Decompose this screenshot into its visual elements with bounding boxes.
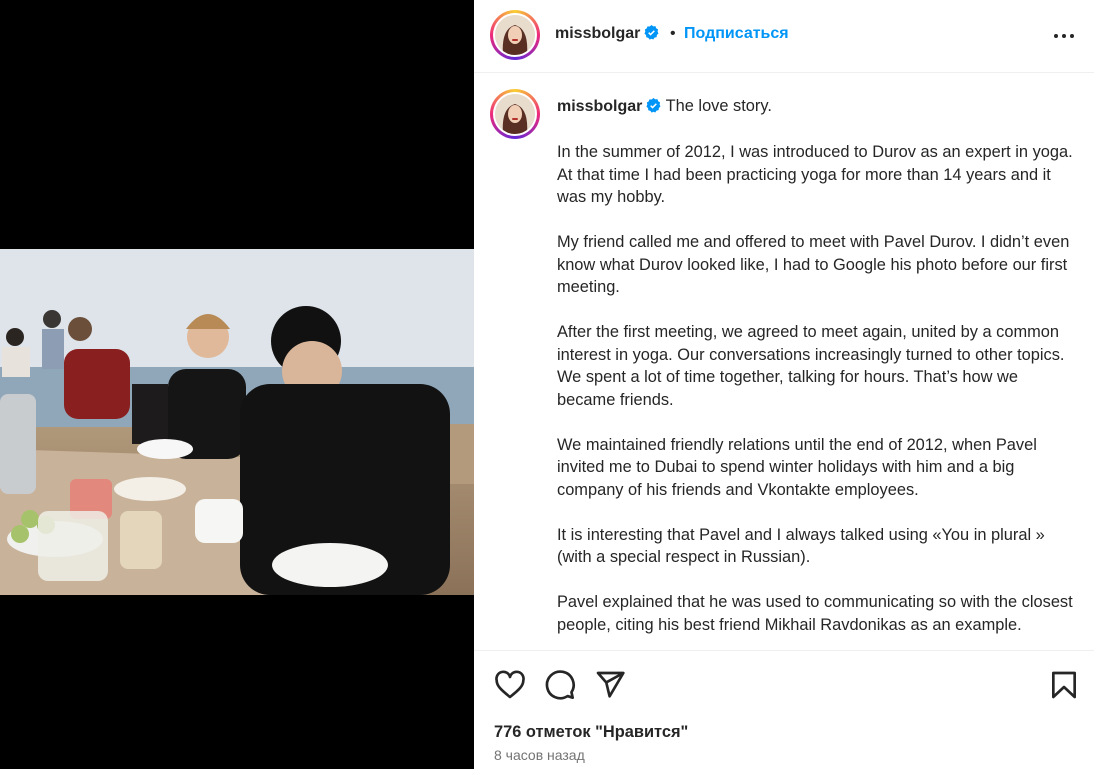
separator-dot: • — [670, 25, 676, 42]
post-photo[interactable] — [0, 249, 474, 595]
comment-icon[interactable] — [544, 669, 576, 701]
post-actions: 776 отметок "Нравится" 8 часов назад — [474, 650, 1094, 769]
caption-username[interactable]: missbolgar — [557, 98, 642, 115]
send-icon[interactable] — [594, 669, 626, 701]
verified-badge-icon — [646, 98, 661, 113]
caption-paragraph: After the first meeting, we agreed to me… — [557, 323, 1065, 409]
caption-avatar[interactable] — [490, 89, 540, 139]
photo-illustration — [0, 249, 474, 595]
avatar[interactable] — [490, 10, 540, 60]
caption-paragraph: In the summer of 2012, I was introduced … — [557, 143, 1073, 206]
header-username[interactable]: missbolgar — [555, 25, 640, 42]
caption-paragraph: My friend called me and offered to meet … — [557, 233, 1070, 296]
more-options-icon[interactable] — [1052, 26, 1076, 46]
post-timestamp[interactable]: 8 часов назад — [494, 747, 585, 763]
caption-area: missbolgar The love story. In the summer… — [474, 74, 1094, 650]
caption-first-line: The love story. — [665, 97, 772, 115]
bookmark-icon[interactable] — [1048, 669, 1080, 701]
likes-count[interactable]: 776 отметок "Нравится" — [494, 723, 688, 742]
post-header: missbolgar • Подписаться — [474, 0, 1094, 73]
caption-paragraph: It is interesting that Pavel and I alway… — [557, 525, 1045, 567]
follow-button[interactable]: Подписаться — [684, 25, 789, 43]
avatar-image — [495, 94, 535, 134]
caption-paragraph: We maintained friendly relations until t… — [557, 435, 1037, 499]
avatar-image — [495, 15, 535, 55]
caption-text: missbolgar The love story. In the summer… — [557, 95, 1077, 650]
verified-badge-icon — [644, 25, 659, 40]
post-side-panel: missbolgar • Подписаться missbolgar The … — [474, 0, 1094, 769]
post-media[interactable] — [0, 0, 474, 769]
heart-icon[interactable] — [494, 669, 526, 701]
caption-paragraph: Pavel explained that he was used to comm… — [557, 593, 1073, 634]
